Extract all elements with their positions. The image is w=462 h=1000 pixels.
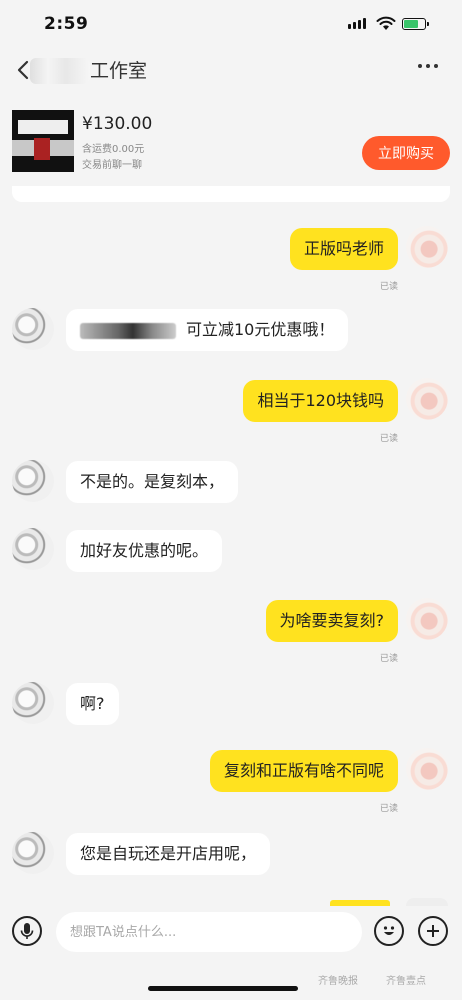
contact-avatar[interactable]: [12, 682, 54, 724]
message-bubble-received[interactable]: 啊?: [66, 683, 119, 725]
message-bubble-received[interactable]: 不是的。是复刻本，: [66, 461, 239, 503]
contact-avatar[interactable]: [12, 528, 54, 570]
product-thumbnail: [12, 110, 74, 172]
watermark-right: 齐鲁壹点: [386, 976, 426, 987]
read-receipt: 已读: [380, 282, 399, 292]
blurred-contact-name: [30, 58, 90, 84]
my-avatar[interactable]: [406, 226, 448, 268]
product-card[interactable]: ¥130.00 含运费0.00元 交易前聊一聊 立即购买: [0, 100, 462, 186]
watermark-left: 齐鲁晚报: [318, 976, 358, 987]
read-receipt: 已读: [380, 804, 399, 814]
cellular-signal-icon: [348, 18, 366, 29]
shipping-info: 含运费0.00元: [82, 144, 145, 155]
chat-title: 工作室: [90, 60, 148, 82]
status-time: 2:59: [44, 14, 89, 34]
read-receipt: 已读: [380, 654, 399, 664]
emoji-icon[interactable]: [374, 916, 404, 946]
more-dots-icon[interactable]: [418, 64, 438, 68]
message-text: 可立减10元优惠哦！: [186, 320, 335, 339]
my-avatar[interactable]: [406, 748, 448, 790]
my-avatar[interactable]: [406, 598, 448, 640]
plus-icon[interactable]: [418, 916, 448, 946]
card-bottom: [12, 186, 450, 202]
message-bubble-sent[interactable]: 相当于120块钱吗: [243, 380, 398, 422]
message-bubble-received[interactable]: 可立减10元优惠哦！: [66, 309, 349, 351]
partial-avatar: [406, 898, 448, 906]
message-bubble-sent[interactable]: 正版吗老师: [289, 228, 398, 270]
buy-now-button[interactable]: 立即购买: [362, 136, 450, 170]
contact-avatar[interactable]: [12, 460, 54, 502]
status-bar: 2:59: [0, 0, 462, 44]
message-input[interactable]: [56, 912, 362, 952]
home-indicator[interactable]: [148, 986, 298, 991]
contact-avatar[interactable]: [12, 308, 54, 350]
contact-avatar[interactable]: [12, 832, 54, 874]
microphone-icon[interactable]: [12, 916, 42, 946]
product-price: ¥130.00: [82, 114, 153, 134]
message-bubble-received[interactable]: 您是自玩还是开店用呢，: [66, 833, 271, 875]
chat-header: 工作室: [0, 44, 462, 96]
trade-note: 交易前聊一聊: [82, 160, 142, 171]
message-bubble-sent[interactable]: 为啥要卖复刻?: [265, 600, 398, 642]
message-bubble-sent[interactable]: 复刻和正版有啥不同呢: [209, 750, 398, 792]
redacted-text: [80, 322, 176, 339]
message-bubble-received[interactable]: 加好友优惠的呢。: [66, 530, 223, 572]
my-avatar[interactable]: [406, 378, 448, 420]
battery-icon: [402, 18, 429, 30]
read-receipt: 已读: [380, 434, 399, 444]
wifi-icon: [376, 16, 396, 30]
